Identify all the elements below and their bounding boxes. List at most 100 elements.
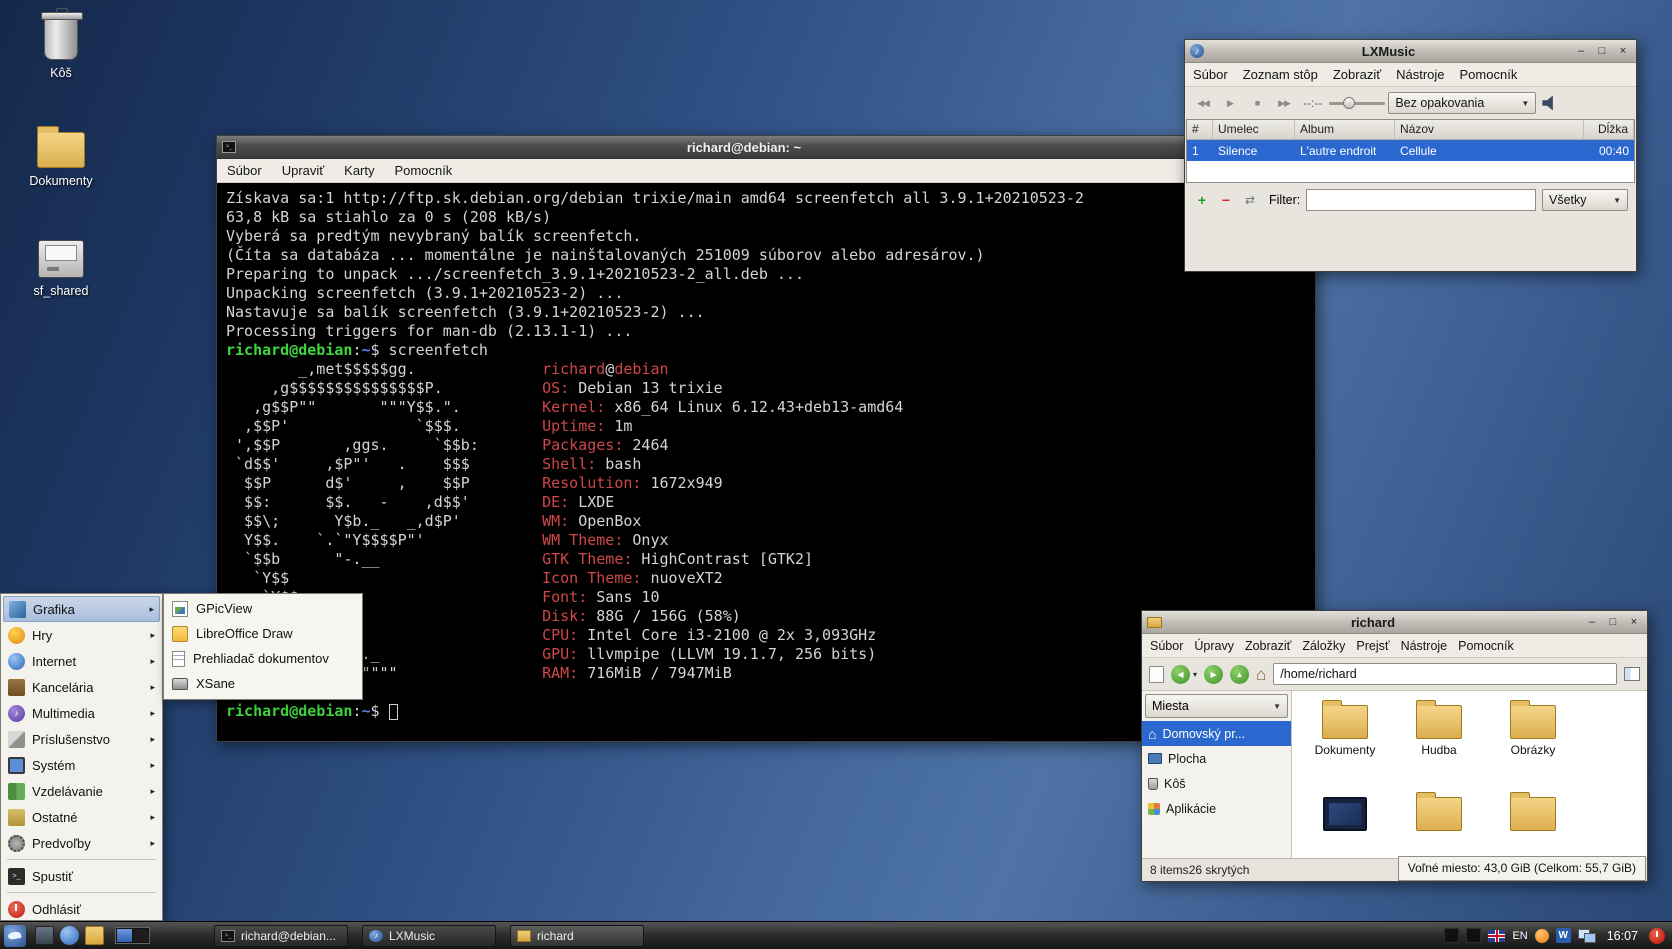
menu-subor[interactable]: Súbor (1193, 67, 1228, 82)
clock[interactable]: 16:07 (1607, 929, 1638, 943)
column-header-num[interactable]: # (1187, 120, 1213, 139)
filter-scope-select[interactable]: Všetky ▼ (1542, 189, 1628, 211)
minimize-button[interactable]: – (1573, 44, 1589, 59)
terminal-titlebar[interactable]: >_ richard@debian: ~ – □ × (217, 136, 1315, 159)
menu-pomocnik[interactable]: Pomocník (395, 163, 453, 178)
place-applications[interactable]: Aplikácie (1142, 796, 1291, 821)
column-header-album[interactable]: Album (1295, 120, 1395, 139)
slider-knob[interactable] (1343, 97, 1355, 109)
menu-nastroje[interactable]: Nástroje (1401, 639, 1448, 653)
playlist-row[interactable]: 1 Silence L'autre endroit Cellule 00:40 (1187, 140, 1634, 161)
history-caret-icon[interactable]: ▾ (1193, 670, 1197, 679)
file-manager-titlebar[interactable]: richard – □ × (1142, 611, 1647, 634)
home-button[interactable]: ⌂ (1256, 666, 1266, 683)
startmenu-item-multimedia[interactable]: ♪ Multimedia ▸ (3, 700, 160, 726)
menu-pomocnik[interactable]: Pomocník (1458, 639, 1514, 653)
submenu-item-xsane[interactable]: XSane (166, 671, 360, 696)
file-manager-icon[interactable] (85, 926, 104, 945)
file-item[interactable]: Dokumenty (1300, 705, 1390, 797)
menu-pomocnik[interactable]: Pomocník (1460, 67, 1518, 82)
tray-icon-1[interactable] (1444, 928, 1459, 943)
stop-button[interactable]: ■ (1245, 93, 1269, 113)
workspace-1[interactable] (117, 929, 132, 942)
add-button[interactable]: + (1193, 192, 1211, 208)
repeat-mode-select[interactable]: Bez opakovania ▼ (1388, 92, 1536, 114)
network-icon[interactable] (1578, 929, 1596, 943)
startmenu-item-odhlasit[interactable]: Odhlásiť (3, 896, 160, 922)
startmenu-item-grafika[interactable]: Grafika ▸ (3, 596, 160, 622)
keyboard-flag-icon[interactable] (1488, 930, 1505, 942)
place-trash[interactable]: Kôš (1142, 771, 1291, 796)
menu-karty[interactable]: Karty (344, 163, 374, 178)
back-arrow-icon[interactable]: ◀ (1177, 670, 1183, 679)
path-input[interactable] (1273, 663, 1617, 685)
desktop-icon-trash[interactable]: Kôš (14, 8, 108, 80)
previous-button[interactable]: ◀◀ (1191, 93, 1215, 113)
file-item[interactable]: Obrázky (1488, 705, 1578, 797)
filter-input[interactable] (1306, 189, 1536, 211)
startmenu-item-system[interactable]: Systém ▸ (3, 752, 160, 778)
start-menu-button[interactable] (4, 925, 26, 947)
menu-subor[interactable]: Súbor (1150, 639, 1183, 653)
startmenu-item-spustit[interactable]: >_ Spustiť (3, 863, 160, 889)
submenu-item-gpicview[interactable]: GPicView (166, 596, 360, 621)
startmenu-item-vzdelavanie[interactable]: Vzdelávanie ▸ (3, 778, 160, 804)
close-button[interactable]: × (1615, 44, 1631, 59)
minimize-button[interactable]: – (1584, 615, 1600, 630)
tray-icon-2[interactable] (1466, 928, 1481, 943)
submenu-item-libreoffice-draw[interactable]: LibreOffice Draw (166, 621, 360, 646)
startmenu-item-internet[interactable]: Internet ▸ (3, 648, 160, 674)
power-icon[interactable] (1649, 928, 1665, 944)
menu-zobrazit[interactable]: Zobraziť (1333, 67, 1381, 82)
file-item[interactable] (1394, 797, 1484, 858)
show-desktop-icon[interactable] (35, 926, 54, 945)
volume-icon[interactable] (1542, 96, 1559, 111)
startmenu-item-predvolby[interactable]: Predvoľby ▸ (3, 830, 160, 856)
place-home[interactable]: ⌂ Domovský pr... (1142, 721, 1291, 746)
workspace-pager[interactable] (115, 927, 150, 944)
next-button[interactable]: ▶▶ (1272, 93, 1296, 113)
tray-orange-icon[interactable] (1535, 929, 1549, 943)
startmenu-item-prislusenstvo[interactable]: Príslušenstvo ▸ (3, 726, 160, 752)
menu-nastroje[interactable]: Nástroje (1396, 67, 1444, 82)
menu-prejst[interactable]: Prejsť (1356, 639, 1389, 653)
startmenu-item-kancelaria[interactable]: Kancelária ▸ (3, 674, 160, 700)
play-button[interactable]: ▶ (1218, 93, 1242, 113)
maximize-button[interactable]: □ (1605, 615, 1621, 630)
column-header-artist[interactable]: Umelec (1213, 120, 1295, 139)
file-item[interactable] (1300, 797, 1390, 858)
column-header-length[interactable]: Dĺžka (1584, 120, 1634, 139)
keyboard-layout-label[interactable]: EN (1512, 930, 1527, 942)
startmenu-item-hry[interactable]: Hry ▸ (3, 622, 160, 648)
desktop-icon-documents[interactable]: Dokumenty (14, 122, 108, 188)
side-pane-icon[interactable] (1624, 667, 1640, 681)
menu-zoznam-stop[interactable]: Zoznam stôp (1243, 67, 1318, 82)
remove-button[interactable]: − (1217, 192, 1235, 208)
tray-w-icon[interactable]: W (1556, 928, 1571, 943)
taskbar-task-terminal[interactable]: >_ richard@debian... (214, 925, 348, 947)
menu-upravit[interactable]: Upraviť (282, 163, 324, 178)
maximize-button[interactable]: □ (1594, 44, 1610, 59)
menu-zobrazit[interactable]: Zobraziť (1245, 639, 1291, 653)
menu-upravy[interactable]: Úpravy (1194, 639, 1234, 653)
places-select[interactable]: Miesta ▼ (1145, 694, 1288, 718)
new-tab-icon[interactable] (1149, 666, 1164, 683)
desktop-icon-sf-shared[interactable]: sf_shared (14, 232, 108, 298)
taskbar-task-richard[interactable]: richard (510, 925, 644, 947)
workspace-2[interactable] (133, 929, 148, 942)
seek-slider[interactable] (1329, 95, 1385, 111)
close-button[interactable]: × (1626, 615, 1642, 630)
menu-subor[interactable]: Súbor (227, 163, 262, 178)
file-item[interactable]: Hudba (1394, 705, 1484, 797)
column-header-title[interactable]: Názov (1395, 120, 1584, 139)
shuffle-icon[interactable]: ⇄ (1241, 193, 1259, 207)
lxmusic-titlebar[interactable]: ♪ LXMusic – □ × (1185, 40, 1636, 63)
file-item[interactable] (1488, 797, 1578, 858)
browser-icon[interactable] (60, 926, 79, 945)
up-arrow-icon[interactable]: ▲ (1236, 670, 1244, 679)
taskbar-task-lxmusic[interactable]: ♪ LXMusic (362, 925, 496, 947)
forward-arrow-icon[interactable]: ▶ (1210, 670, 1216, 679)
menu-zalozky[interactable]: Záložky (1302, 639, 1345, 653)
place-desktop[interactable]: Plocha (1142, 746, 1291, 771)
startmenu-item-ostatne[interactable]: Ostatné ▸ (3, 804, 160, 830)
